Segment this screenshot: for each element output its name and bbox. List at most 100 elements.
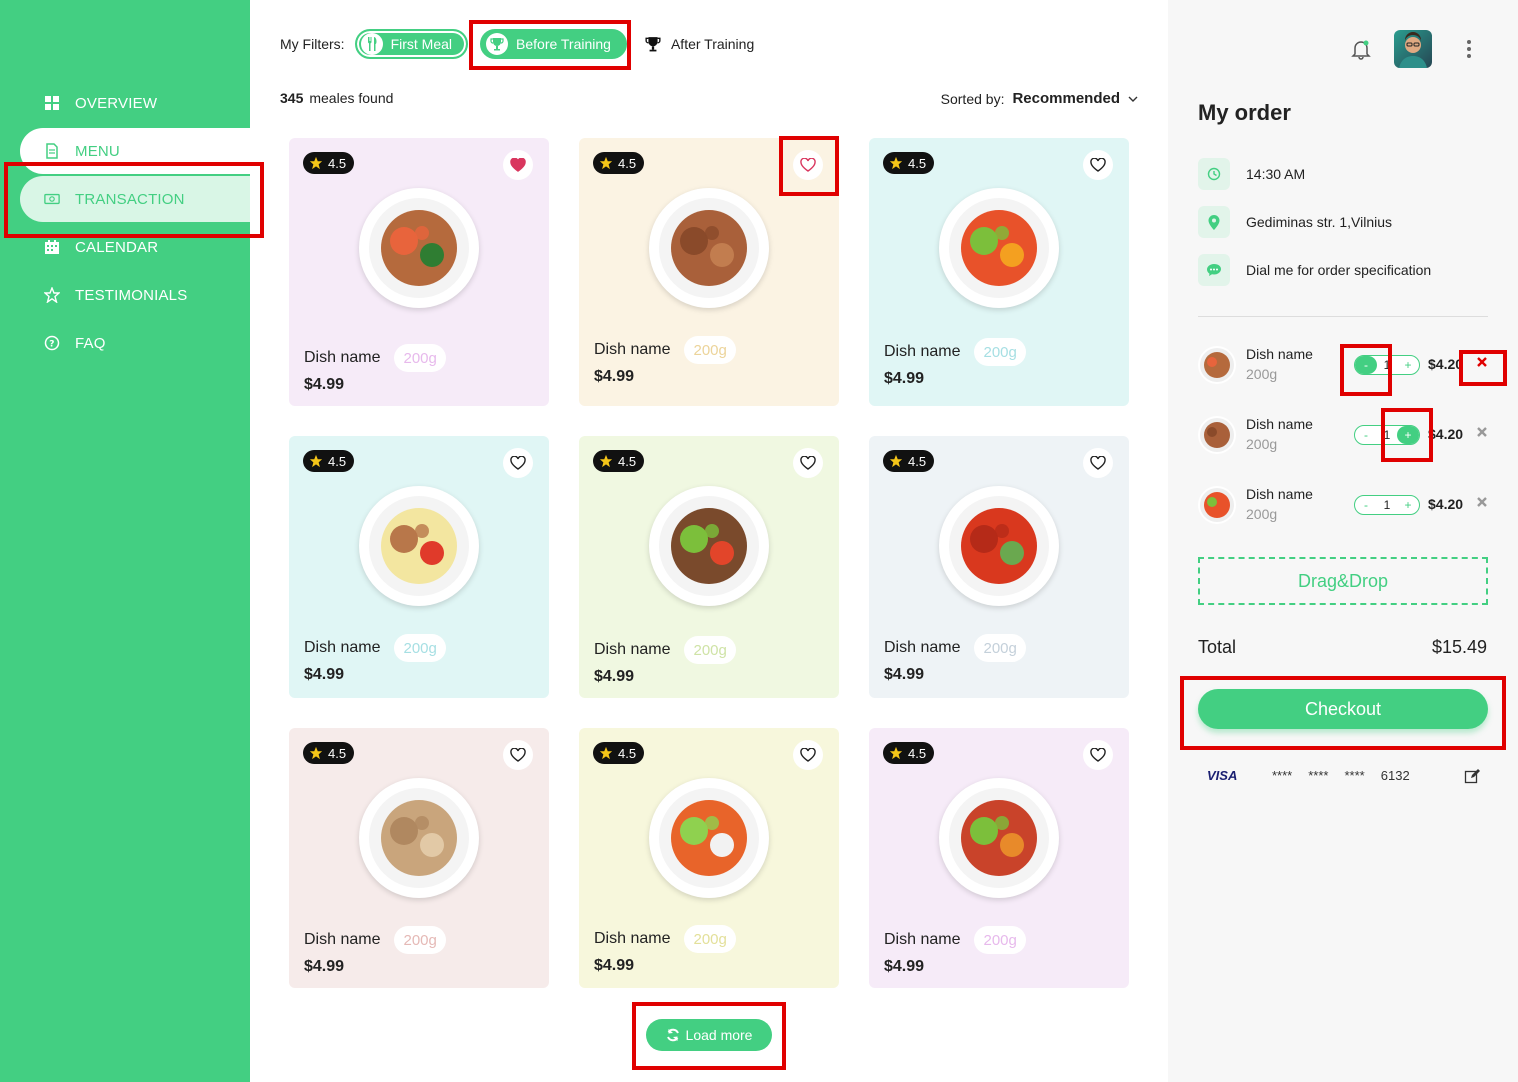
dish-card[interactable]: 4.5 Dish name 200g $4.99 bbox=[579, 436, 839, 698]
sidebar-item-calendar[interactable]: CALENDAR bbox=[20, 224, 250, 270]
rating-badge: 4.5 bbox=[593, 152, 645, 174]
star-icon bbox=[889, 454, 903, 468]
checkout-button[interactable]: Checkout bbox=[1198, 689, 1488, 729]
heart-icon bbox=[800, 158, 816, 172]
favorite-button[interactable] bbox=[503, 448, 533, 478]
order-note[interactable]: Dial me for order specification bbox=[1198, 254, 1431, 286]
heart-icon bbox=[800, 748, 816, 762]
rating-value: 4.5 bbox=[908, 745, 927, 761]
load-more-button[interactable]: Load more bbox=[646, 1019, 772, 1051]
dish-name: Dish name 200g bbox=[594, 336, 736, 364]
dish-name-text: Dish name bbox=[884, 639, 961, 656]
rating-value: 4.5 bbox=[908, 453, 927, 469]
increment-button[interactable]: + bbox=[1397, 496, 1419, 514]
decrement-button[interactable]: - bbox=[1355, 496, 1377, 514]
dish-name: Dish name 200g bbox=[304, 926, 446, 954]
rating-value: 4.5 bbox=[618, 745, 637, 761]
sidebar-item-transaction[interactable]: TRANSACTION bbox=[20, 176, 250, 222]
dish-weight: 200g bbox=[394, 926, 446, 954]
sidebar-item-label: TESTIMONIALS bbox=[75, 286, 188, 304]
favorite-button[interactable] bbox=[503, 150, 533, 180]
dish-card[interactable]: 4.5 Dish name 200g $4.99 bbox=[869, 138, 1129, 406]
sidebar-item-label: FAQ bbox=[75, 334, 106, 352]
dish-weight: 200g bbox=[394, 634, 446, 662]
dish-image bbox=[359, 486, 479, 606]
rating-badge: 4.5 bbox=[593, 450, 645, 472]
dish-image bbox=[359, 778, 479, 898]
dish-name-text: Dish name bbox=[304, 931, 381, 948]
dish-card[interactable]: 4.5 Dish name 200g $4.99 bbox=[289, 138, 549, 406]
results-count: 345 meales found bbox=[280, 90, 393, 106]
sort-dropdown[interactable]: Sorted by: Recommended bbox=[941, 90, 1138, 107]
decrement-button[interactable]: - bbox=[1355, 426, 1377, 444]
dish-image bbox=[359, 188, 479, 308]
increment-button[interactable]: + bbox=[1397, 426, 1419, 444]
rating-badge: 4.5 bbox=[303, 152, 355, 174]
dish-name: Dish name 200g bbox=[594, 636, 736, 664]
sidebar-item-overview[interactable]: OVERVIEW bbox=[20, 80, 250, 126]
rating-value: 4.5 bbox=[328, 745, 347, 761]
star-icon bbox=[309, 746, 323, 760]
dish-price: $4.99 bbox=[884, 370, 925, 387]
favorite-button[interactable] bbox=[1083, 448, 1113, 478]
favorite-button[interactable] bbox=[793, 448, 823, 478]
more-options-icon[interactable] bbox=[1467, 40, 1471, 58]
dish-name-text: Dish name bbox=[884, 343, 961, 360]
dish-card[interactable]: 4.5 Dish name 200g $4.99 bbox=[869, 728, 1129, 988]
dish-name: Dish name 200g bbox=[304, 634, 446, 662]
dish-price: $4.99 bbox=[884, 666, 925, 683]
filter-chip-before-training[interactable]: Before Training bbox=[480, 29, 627, 59]
dish-weight: 200g bbox=[974, 634, 1026, 662]
dish-weight: 200g bbox=[684, 336, 736, 364]
rating-badge: 4.5 bbox=[303, 742, 355, 764]
location-pin-icon bbox=[1198, 206, 1230, 238]
favorite-button[interactable] bbox=[1083, 740, 1113, 770]
card-mask-group: **** bbox=[1344, 768, 1365, 783]
star-icon bbox=[309, 156, 323, 170]
chevron-down-icon bbox=[1128, 96, 1138, 102]
dish-name-text: Dish name bbox=[884, 931, 961, 948]
dish-image bbox=[939, 188, 1059, 308]
favorite-button[interactable] bbox=[793, 740, 823, 770]
heart-icon bbox=[1090, 456, 1106, 470]
dish-card[interactable]: 4.5 Dish name 200g $4.99 bbox=[289, 728, 549, 988]
close-icon[interactable] bbox=[1476, 356, 1488, 368]
dish-card[interactable]: 4.5 Dish name 200g $4.99 bbox=[579, 728, 839, 988]
star-icon bbox=[309, 454, 323, 468]
chat-bubble-icon bbox=[1198, 254, 1230, 286]
close-icon[interactable] bbox=[1476, 426, 1488, 438]
order-item-name: Dish name bbox=[1246, 486, 1313, 502]
sidebar-item-testimonials[interactable]: TESTIMONIALS bbox=[20, 272, 250, 318]
rating-value: 4.5 bbox=[908, 155, 927, 171]
filter-chip-first-meal[interactable]: First Meal bbox=[354, 29, 469, 59]
grid-icon bbox=[44, 95, 60, 111]
order-time[interactable]: 14:30 AM bbox=[1198, 158, 1305, 190]
sidebar-item-faq[interactable]: ? FAQ bbox=[20, 320, 250, 366]
star-icon bbox=[889, 156, 903, 170]
quantity-stepper: - 1 + bbox=[1354, 355, 1420, 375]
favorite-button[interactable] bbox=[503, 740, 533, 770]
favorite-button[interactable] bbox=[1083, 150, 1113, 180]
dish-name-text: Dish name bbox=[304, 639, 381, 656]
dish-card[interactable]: 4.5 Dish name 200g $4.99 bbox=[869, 436, 1129, 698]
avatar[interactable] bbox=[1394, 30, 1432, 68]
order-address[interactable]: Gediminas str. 1,Vilnius bbox=[1198, 206, 1392, 238]
favorite-button[interactable] bbox=[793, 150, 823, 180]
dish-price: $4.99 bbox=[594, 668, 635, 685]
sort-value: Recommended bbox=[1012, 90, 1120, 107]
rating-badge: 4.5 bbox=[303, 450, 355, 472]
drag-drop-zone[interactable]: Drag&Drop bbox=[1198, 557, 1488, 605]
dish-weight: 200g bbox=[684, 636, 736, 664]
dish-card[interactable]: 4.5 Dish name 200g $4.99 bbox=[289, 436, 549, 698]
dish-image bbox=[649, 486, 769, 606]
close-icon[interactable] bbox=[1476, 496, 1488, 508]
rating-value: 4.5 bbox=[618, 155, 637, 171]
increment-button[interactable]: + bbox=[1397, 356, 1419, 374]
edit-icon[interactable] bbox=[1464, 768, 1480, 784]
bell-icon[interactable] bbox=[1350, 38, 1372, 65]
decrement-button[interactable]: - bbox=[1355, 356, 1377, 374]
dish-card[interactable]: 4.5 Dish name 200g $4.99 bbox=[579, 138, 839, 406]
sidebar-item-menu[interactable]: MENU bbox=[20, 128, 250, 174]
filter-chip-label: Before Training bbox=[516, 36, 611, 52]
filter-chip-after-training[interactable]: After Training bbox=[645, 36, 754, 52]
